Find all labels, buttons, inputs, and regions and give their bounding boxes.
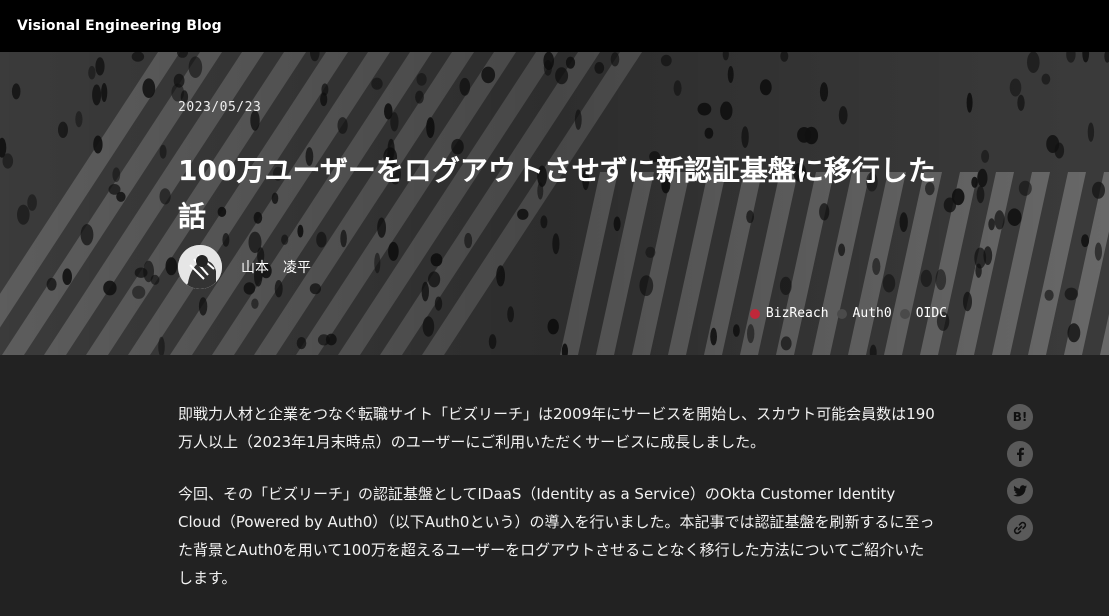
tag-dot-icon — [836, 308, 847, 319]
author-avatar — [178, 245, 222, 289]
post-date: 2023/05/23 — [178, 100, 262, 115]
tag-dot-icon — [899, 308, 910, 319]
tag-list: BizReach Auth0 OIDC — [742, 306, 947, 321]
post-title: 100万ユーザーをログアウトさせずに新認証基盤に移行した話 — [178, 154, 936, 233]
hatena-bookmark-icon[interactable]: B! — [1007, 404, 1033, 430]
tag-label: Auth0 — [852, 306, 892, 321]
tag-auth0[interactable]: Auth0 — [836, 306, 892, 321]
tag-label: BizReach — [765, 306, 829, 321]
article-paragraph: 今回、その「ビズリーチ」の認証基盤としてIDaaS（Identity as a … — [178, 485, 935, 587]
hero-banner: 2023/05/23 100万ユーザーをログアウトさせずに新認証基盤に移行した話… — [0, 52, 1109, 355]
share-buttons: B! — [1007, 404, 1033, 552]
tag-bizreach[interactable]: BizReach — [749, 306, 829, 321]
twitter-icon[interactable] — [1007, 478, 1033, 504]
author-name: 山本 凌平 — [241, 260, 311, 276]
link-icon[interactable] — [1007, 515, 1033, 541]
author-info[interactable]: 山本 凌平 — [178, 245, 311, 289]
article-body: 即戦力人材と企業をつなぐ転職サイト「ビズリーチ」は2009年にサービスを開始し、… — [178, 400, 938, 616]
tag-label: OIDC — [915, 306, 947, 321]
article-paragraph: 即戦力人材と企業をつなぐ転職サイト「ビズリーチ」は2009年にサービスを開始し、… — [178, 405, 935, 451]
site-header: Visional Engineering Blog — [0, 0, 1109, 52]
site-title-link[interactable]: Visional Engineering Blog — [17, 18, 222, 34]
facebook-icon[interactable] — [1007, 441, 1033, 467]
tag-dot-icon — [749, 308, 760, 319]
tag-oidc[interactable]: OIDC — [899, 306, 947, 321]
